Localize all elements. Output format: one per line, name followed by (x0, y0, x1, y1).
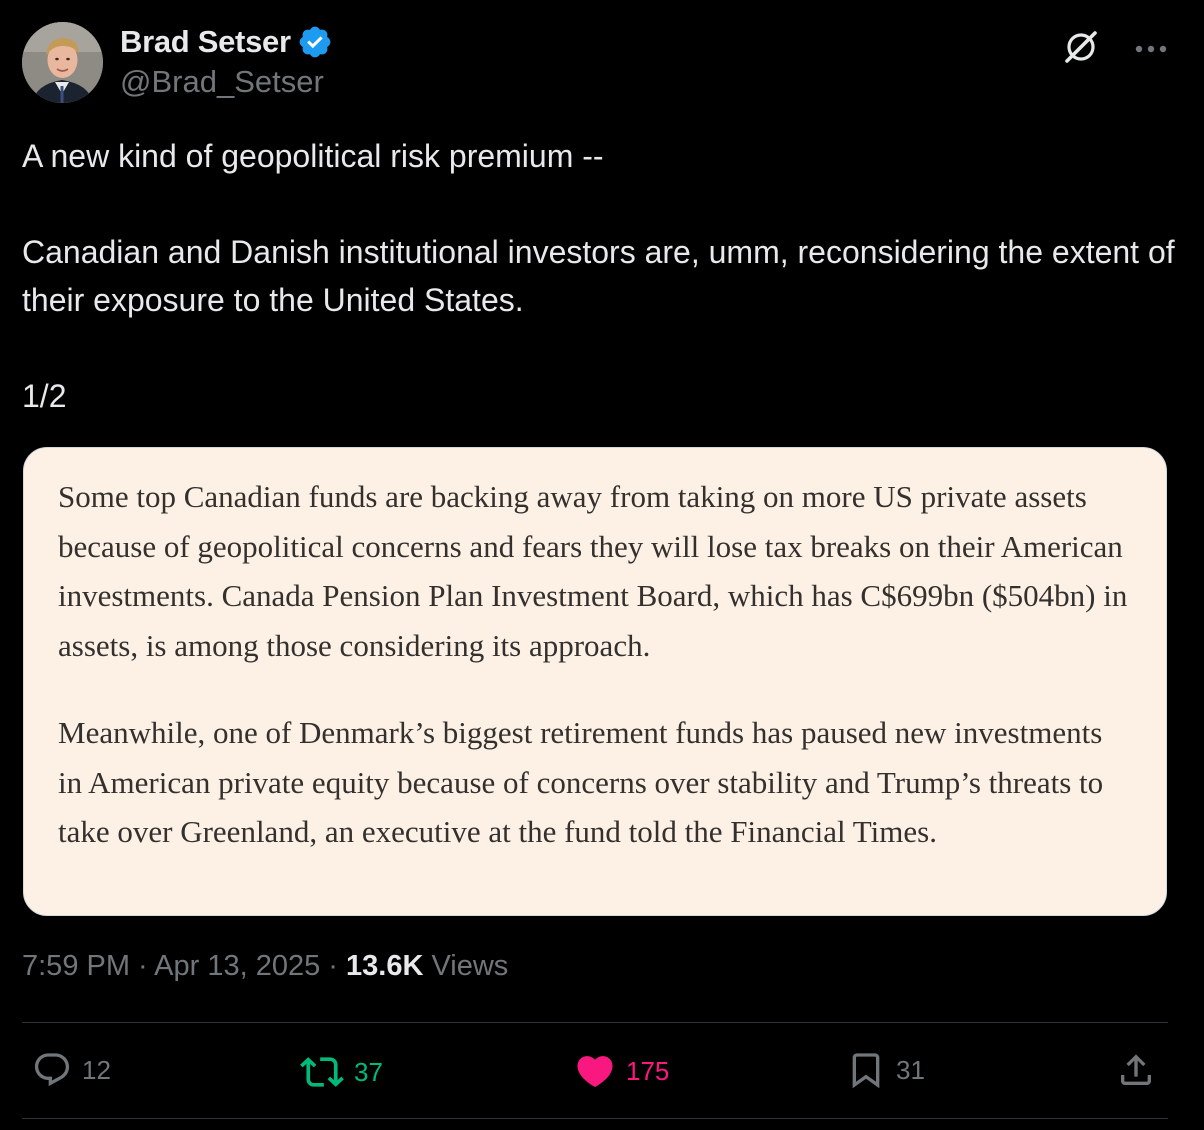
avatar[interactable] (22, 22, 103, 103)
reply-button[interactable]: 12 (32, 1050, 111, 1090)
tweet-text-line: 1/2 (22, 378, 67, 414)
tweet-actions: 12 37 175 31 (0, 1040, 1204, 1106)
meta-separator: · (320, 950, 347, 982)
author-name-row: Brad Setser (120, 22, 333, 62)
tweet-text-line: Canadian and Danish institutional invest… (22, 234, 1175, 318)
more-icon[interactable] (1134, 41, 1168, 59)
author-display-name[interactable]: Brad Setser (120, 24, 291, 60)
verified-badge-icon[interactable] (297, 24, 333, 60)
repost-button[interactable]: 37 (300, 1050, 383, 1094)
like-count: 175 (626, 1055, 670, 1086)
divider (22, 1022, 1168, 1023)
tweet-text: A new kind of geopolitical risk premium … (22, 132, 1182, 420)
avatar-photo (22, 22, 103, 103)
tweet-time[interactable]: 7:59 PM (22, 950, 130, 982)
bookmark-icon (852, 1053, 880, 1089)
reply-count: 12 (82, 1054, 111, 1085)
tweet: Brad Setser @Brad_Setser A new kind of g… (0, 0, 1204, 1130)
heart-icon (577, 1056, 613, 1088)
tweet-meta: 7:59 PM · Apr 13, 2025 · 13.6K Views (22, 950, 508, 983)
tweet-date[interactable]: Apr 13, 2025 (154, 950, 320, 982)
repost-count: 37 (354, 1056, 383, 1087)
repost-icon (300, 1057, 344, 1087)
like-button[interactable]: 175 (574, 1050, 669, 1092)
bookmark-button[interactable]: 31 (846, 1050, 925, 1090)
divider (22, 1118, 1168, 1119)
quoted-article-image[interactable]: Some top Canadian funds are backing away… (23, 447, 1167, 916)
quote-paragraph: Some top Canadian funds are backing away… (58, 479, 1128, 663)
quote-paragraph: Meanwhile, one of Denmark’s biggest reti… (58, 715, 1104, 849)
bookmark-count: 31 (896, 1054, 925, 1085)
share-button[interactable] (1116, 1050, 1156, 1090)
views-label: Views (423, 950, 509, 982)
share-icon (1121, 1054, 1151, 1085)
tweet-text-line: A new kind of geopolitical risk premium … (22, 138, 604, 174)
grok-icon[interactable] (1062, 28, 1100, 71)
tweet-top-actions (1062, 28, 1168, 71)
author-handle[interactable]: @Brad_Setser (120, 64, 324, 100)
views-count: 13.6K (346, 950, 424, 982)
reply-icon (34, 1053, 70, 1087)
meta-separator: · (130, 950, 155, 982)
